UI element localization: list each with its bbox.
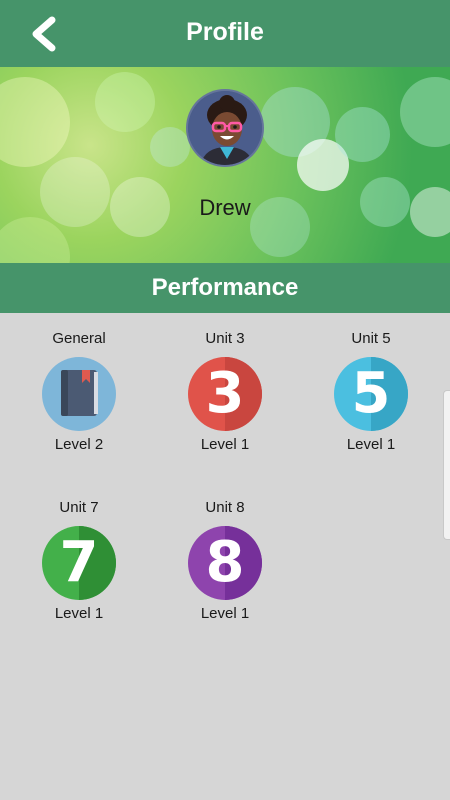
avatar: [186, 89, 264, 167]
unit-number: 7: [59, 530, 99, 595]
unit-level: Level 2: [54, 436, 104, 453]
unit-badge: [42, 357, 116, 431]
section-title: Performance: [0, 263, 450, 313]
unit-number: 5: [351, 361, 391, 426]
unit-item-5[interactable]: Unit 5 5 Level 1: [316, 329, 426, 455]
unit-item-3[interactable]: Unit 3 3 Level 1: [170, 329, 280, 455]
unit-number: 8: [205, 530, 245, 595]
user-name: Drew: [199, 195, 251, 220]
unit-badge: 8: [188, 526, 262, 600]
unit-name: Unit 7: [59, 499, 99, 516]
unit-name: Unit 5: [351, 330, 391, 347]
scrollbar-handle[interactable]: [443, 390, 450, 540]
unit-name: General: [52, 330, 106, 347]
unit-name: Unit 8: [205, 499, 245, 516]
unit-item-7[interactable]: Unit 7 7 Level 1: [24, 498, 134, 624]
avatar-girl-icon: [188, 91, 262, 165]
book-icon: [61, 370, 98, 416]
unit-level: Level 1: [200, 436, 250, 453]
profile-banner: Drew: [0, 67, 450, 263]
unit-number: 3: [205, 361, 245, 426]
unit-name: Unit 3: [205, 330, 245, 347]
unit-item-8[interactable]: Unit 8 8 Level 1: [170, 498, 280, 624]
app-header: Profile: [0, 0, 450, 67]
unit-level: Level 1: [346, 436, 396, 453]
page-title: Profile: [186, 18, 264, 46]
unit-level: Level 1: [200, 605, 250, 622]
unit-level: Level 1: [54, 605, 104, 622]
unit-badge: 3: [188, 357, 262, 431]
unit-badge: 5: [334, 357, 408, 431]
unit-badge: 7: [42, 526, 116, 600]
performance-grid: General Level 2 Unit 3 3 Level 1 Unit 5 …: [0, 313, 450, 800]
unit-item-general[interactable]: General Level 2: [24, 329, 134, 455]
